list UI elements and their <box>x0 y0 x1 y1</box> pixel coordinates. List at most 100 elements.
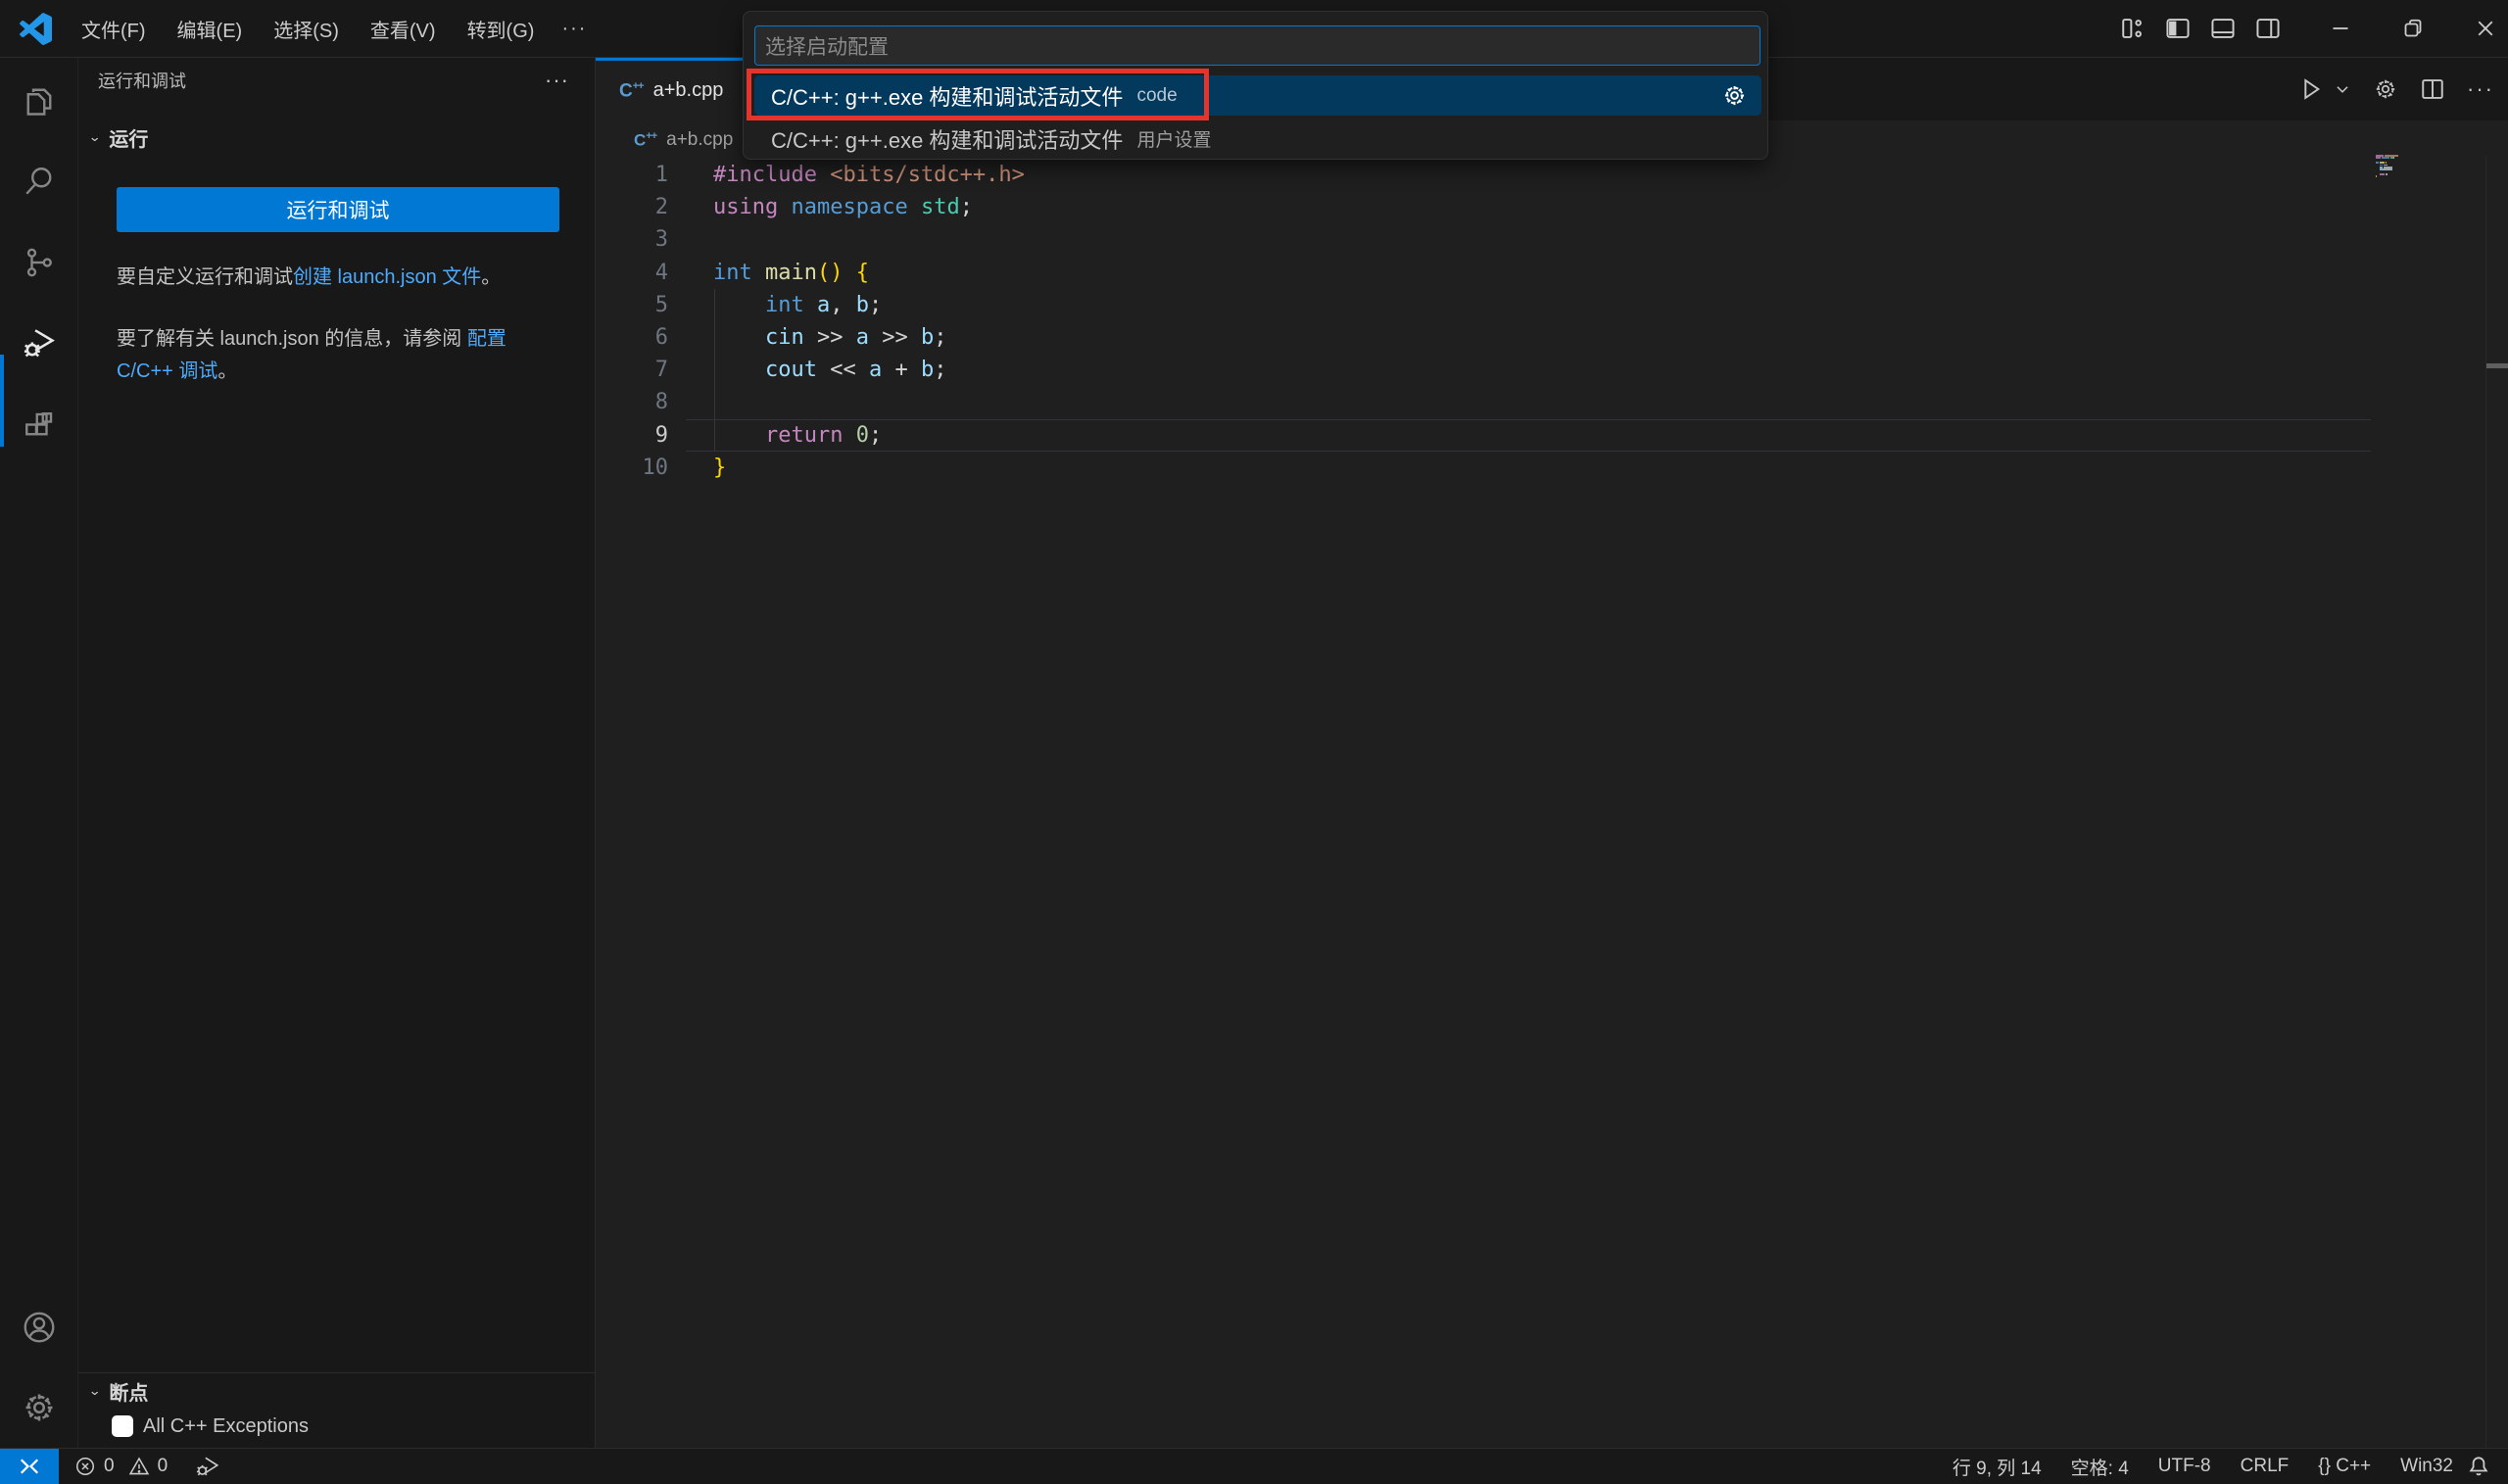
run-and-debug-icon[interactable] <box>21 324 58 361</box>
status-item-0[interactable]: 行 9, 列 14 <box>1953 1454 2042 1480</box>
remote-indicator[interactable] <box>0 1449 59 1484</box>
run-and-debug-panel: 运行和调试 ··· ⌄ 运行 运行和调试 要自定义运行和调试创建 launch.… <box>78 58 596 1448</box>
code-line-8[interactable]: 8 <box>596 386 2508 418</box>
editor-actions: ··· <box>2298 58 2494 120</box>
configure-gear-icon[interactable] <box>1721 82 1748 109</box>
search-icon[interactable] <box>22 164 57 199</box>
minimap[interactable] <box>2376 155 2493 178</box>
status-item-5[interactable]: Win32 <box>2400 1456 2453 1477</box>
text-segment: 。 <box>217 360 237 382</box>
code-line-4[interactable]: 4int main() { <box>596 257 2508 289</box>
status-item-3[interactable]: CRLF <box>2241 1456 2290 1477</box>
code-line-5[interactable]: 5 int a, b; <box>596 289 2508 321</box>
quickpick-item-description: 用户设置 <box>1136 125 1211 152</box>
quickpick-item-label: C/C++: g++.exe 构建和调试活动文件 <box>771 80 1123 112</box>
code-line-10[interactable]: 10} <box>596 452 2508 484</box>
text-segment: 。 <box>481 266 501 288</box>
line-number[interactable]: 1 <box>596 159 668 191</box>
breakpoints-section: ⌄ 断点 All C++ Exceptions <box>78 1372 595 1448</box>
run-button-icon[interactable] <box>2298 76 2324 102</box>
statusbar-right: 行 9, 列 14 空格: 4 UTF-8 CRLF {} C++ Win32 <box>1953 1454 2453 1480</box>
link[interactable]: 创建 launch.json 文件 <box>293 266 481 288</box>
split-editor-icon[interactable] <box>2420 76 2445 102</box>
code-line-2[interactable]: 2using namespace std; <box>596 191 2508 223</box>
menu-bar: 文件(F)编辑(E)选择(S)查看(V)转到(G)··· <box>66 9 599 49</box>
chevron-down-icon: ⌄ <box>88 129 101 145</box>
text-segment: 要自定义运行和调试 <box>117 266 293 288</box>
notifications-bell-icon[interactable] <box>2467 1455 2490 1478</box>
cpp-file-icon: C++ <box>619 81 644 100</box>
menu-item-0[interactable]: 文件(F) <box>66 9 162 49</box>
toggle-panel-icon[interactable] <box>2200 0 2245 57</box>
breakpoints-header[interactable]: ⌄ 断点 <box>78 1373 595 1409</box>
overview-ruler <box>2485 156 2486 1448</box>
vscode-window: 文件(F)编辑(E)选择(S)查看(V)转到(G)··· <box>0 0 2508 1484</box>
menu-item-1[interactable]: 编辑(E) <box>162 9 259 49</box>
panel-more-actions-icon[interactable]: ··· <box>545 68 569 93</box>
quickpick-item-description: code <box>1136 85 1177 107</box>
line-number[interactable]: 10 <box>596 452 668 484</box>
menu-item-3[interactable]: 查看(V) <box>355 9 452 49</box>
error-count: 0 <box>104 1456 115 1477</box>
settings-gear-icon[interactable] <box>21 1389 58 1426</box>
line-number[interactable]: 4 <box>596 257 668 289</box>
warning-icon <box>128 1456 150 1477</box>
more-actions-icon[interactable]: ··· <box>2467 76 2494 102</box>
warning-count: 0 <box>158 1456 169 1477</box>
code-line-9[interactable]: 9 return 0; <box>596 419 2508 452</box>
minimize-button[interactable] <box>2318 0 2363 57</box>
account-icon[interactable] <box>21 1309 58 1346</box>
extensions-icon[interactable] <box>22 408 57 444</box>
quickpick-placeholder: 选择启动配置 <box>765 31 889 61</box>
debug-settings-gear-icon[interactable] <box>2373 76 2398 102</box>
panel-title: 运行和调试 <box>98 68 186 93</box>
menu-item-4[interactable]: 转到(G) <box>452 9 551 49</box>
vscode-logo-icon <box>20 13 52 45</box>
line-number[interactable]: 3 <box>596 223 668 256</box>
run-section-header[interactable]: ⌄ 运行 <box>78 120 595 154</box>
chevron-down-icon: ⌄ <box>88 1383 101 1399</box>
line-number[interactable]: 6 <box>596 321 668 354</box>
run-dropdown-chevron-icon[interactable] <box>2334 80 2351 98</box>
code-line-7[interactable]: 7 cout << a + b; <box>596 354 2508 386</box>
line-number[interactable]: 9 <box>596 419 668 452</box>
toggle-primary-sidebar-icon[interactable] <box>2155 0 2200 57</box>
quickpick-item-0[interactable]: C/C++: g++.exe 构建和调试活动文件 code <box>754 75 1761 116</box>
problems-status[interactable]: 0 0 <box>74 1454 220 1479</box>
menu-overflow-icon[interactable]: ··· <box>550 12 599 46</box>
line-number[interactable]: 7 <box>596 354 668 386</box>
activity-bar <box>0 58 78 1448</box>
restore-button[interactable] <box>2390 0 2436 57</box>
source-control-icon[interactable] <box>22 245 57 280</box>
line-number[interactable]: 8 <box>596 386 668 418</box>
code-area[interactable]: 1#include <bits/stdc++.h>2using namespac… <box>596 159 2508 484</box>
line-number[interactable]: 5 <box>596 289 668 321</box>
line-number[interactable]: 2 <box>596 191 668 223</box>
menu-item-2[interactable]: 选择(S) <box>258 9 355 49</box>
quickpick-item-1[interactable]: C/C++: g++.exe 构建和调试活动文件用户设置 <box>754 119 1761 159</box>
code-line-3[interactable]: 3 <box>596 223 2508 256</box>
status-item-1[interactable]: 空格: 4 <box>2071 1454 2129 1480</box>
window-controls <box>2110 0 2508 57</box>
close-button[interactable] <box>2463 0 2508 57</box>
quickpick-item-label: C/C++: g++.exe 构建和调试活动文件 <box>771 123 1123 155</box>
explorer-icon[interactable] <box>22 83 57 119</box>
active-view-indicator <box>0 355 4 447</box>
code-line-1[interactable]: 1#include <bits/stdc++.h> <box>596 159 2508 191</box>
run-and-debug-button[interactable]: 运行和调试 <box>117 187 559 232</box>
toggle-secondary-sidebar-icon[interactable] <box>2245 0 2291 57</box>
breakpoint-item[interactable]: All C++ Exceptions <box>78 1409 595 1444</box>
code-line-6[interactable]: 6 cin >> a >> b; <box>596 321 2508 354</box>
text-segment: 要了解有关 launch.json 的信息，请参阅 <box>117 328 467 350</box>
debug-status-icon[interactable] <box>195 1454 220 1479</box>
quickpick-input[interactable]: 选择启动配置 <box>754 25 1760 66</box>
tab-a-plus-b-cpp[interactable]: C++ a+b.cpp <box>596 58 743 120</box>
error-icon <box>74 1456 96 1477</box>
customize-layout-icon[interactable] <box>2110 0 2155 57</box>
quickpick-dropdown: 选择启动配置 C/C++: g++.exe 构建和调试活动文件codeC/C++… <box>743 11 1768 160</box>
overview-ruler-cursor-marker <box>2486 363 2508 368</box>
breakpoint-checkbox[interactable] <box>112 1415 133 1437</box>
status-item-2[interactable]: UTF-8 <box>2158 1456 2211 1477</box>
launch-json-hint-text: 要自定义运行和调试创建 launch.json 文件。 <box>117 262 559 294</box>
status-item-4[interactable]: {} C++ <box>2318 1456 2371 1477</box>
